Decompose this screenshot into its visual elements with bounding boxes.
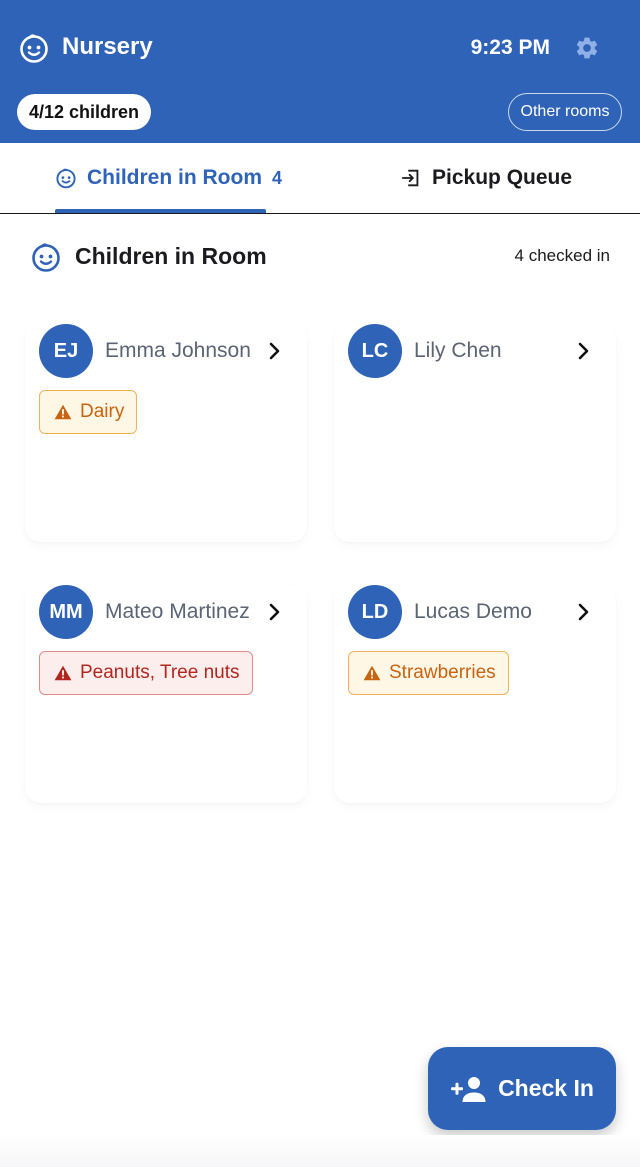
tab-count: 4 xyxy=(272,167,283,188)
avatar: LC xyxy=(348,324,402,378)
chevron-right-icon xyxy=(578,342,589,360)
warning-icon xyxy=(54,404,72,420)
baby-face-icon xyxy=(32,243,60,272)
exit-arrow-icon xyxy=(401,169,419,187)
allergy-label: Dairy xyxy=(80,401,125,422)
tab-bar: Children in Room 4 Pickup Queue xyxy=(0,143,640,214)
child-card-lucas-demo[interactable]: LD Lucas Demo Strawberries xyxy=(334,585,616,803)
tab-selected-indicator xyxy=(55,209,266,213)
chevron-right-icon xyxy=(578,603,589,621)
warning-icon xyxy=(54,665,72,681)
child-name: Emma Johnson xyxy=(105,339,251,362)
child-card-lily-chen[interactable]: LC Lily Chen xyxy=(334,324,616,542)
gear-icon[interactable] xyxy=(574,35,600,61)
allergy-badge: Strawberries xyxy=(348,651,509,695)
bottom-fade xyxy=(0,1135,640,1167)
tab-pickup-queue[interactable]: Pickup Queue xyxy=(400,143,572,213)
check-in-button[interactable]: Check In xyxy=(428,1047,616,1130)
child-count-badge: 4/12 children xyxy=(17,94,152,130)
chevron-right-icon xyxy=(269,603,280,621)
person-add-icon xyxy=(451,1076,486,1102)
clock-time: 9:23 PM xyxy=(470,36,550,59)
avatar: MM xyxy=(39,585,93,639)
child-card-mateo-martinez[interactable]: MM Mateo Martinez Peanuts, Tree nuts xyxy=(25,585,307,803)
checked-in-count: 4 checked in xyxy=(514,246,610,265)
allergy-badge: Peanuts, Tree nuts xyxy=(39,651,253,695)
tab-label: Pickup Queue xyxy=(432,166,573,189)
avatar: EJ xyxy=(39,324,93,378)
baby-face-icon xyxy=(56,168,76,189)
allergy-label: Strawberries xyxy=(389,662,496,683)
check-in-label: Check In xyxy=(498,1075,594,1101)
child-name: Lily Chen xyxy=(414,339,502,362)
allergy-label: Peanuts, Tree nuts xyxy=(80,662,240,683)
baby-face-icon xyxy=(20,34,48,63)
chevron-right-icon xyxy=(269,342,280,360)
tab-children-in-room[interactable]: Children in Room 4 xyxy=(55,143,282,213)
tab-label: Children in Room xyxy=(87,166,262,189)
app-bar: Nursery 9:23 PM 4/12 children Other room… xyxy=(0,0,640,143)
avatar: LD xyxy=(348,585,402,639)
allergy-badge: Dairy xyxy=(39,390,138,434)
child-name: Mateo Martinez xyxy=(105,600,250,623)
child-name: Lucas Demo xyxy=(414,600,532,623)
room-title: Nursery xyxy=(62,33,153,60)
app-bar-top-row: Nursery 9:23 PM xyxy=(0,0,640,95)
warning-icon xyxy=(363,665,381,681)
child-card-emma-johnson[interactable]: EJ Emma Johnson Dairy xyxy=(25,324,307,542)
other-rooms-button[interactable]: Other rooms xyxy=(508,93,622,131)
section-header: Children in Room 4 checked in xyxy=(0,214,640,299)
section-title: Children in Room xyxy=(75,243,267,269)
